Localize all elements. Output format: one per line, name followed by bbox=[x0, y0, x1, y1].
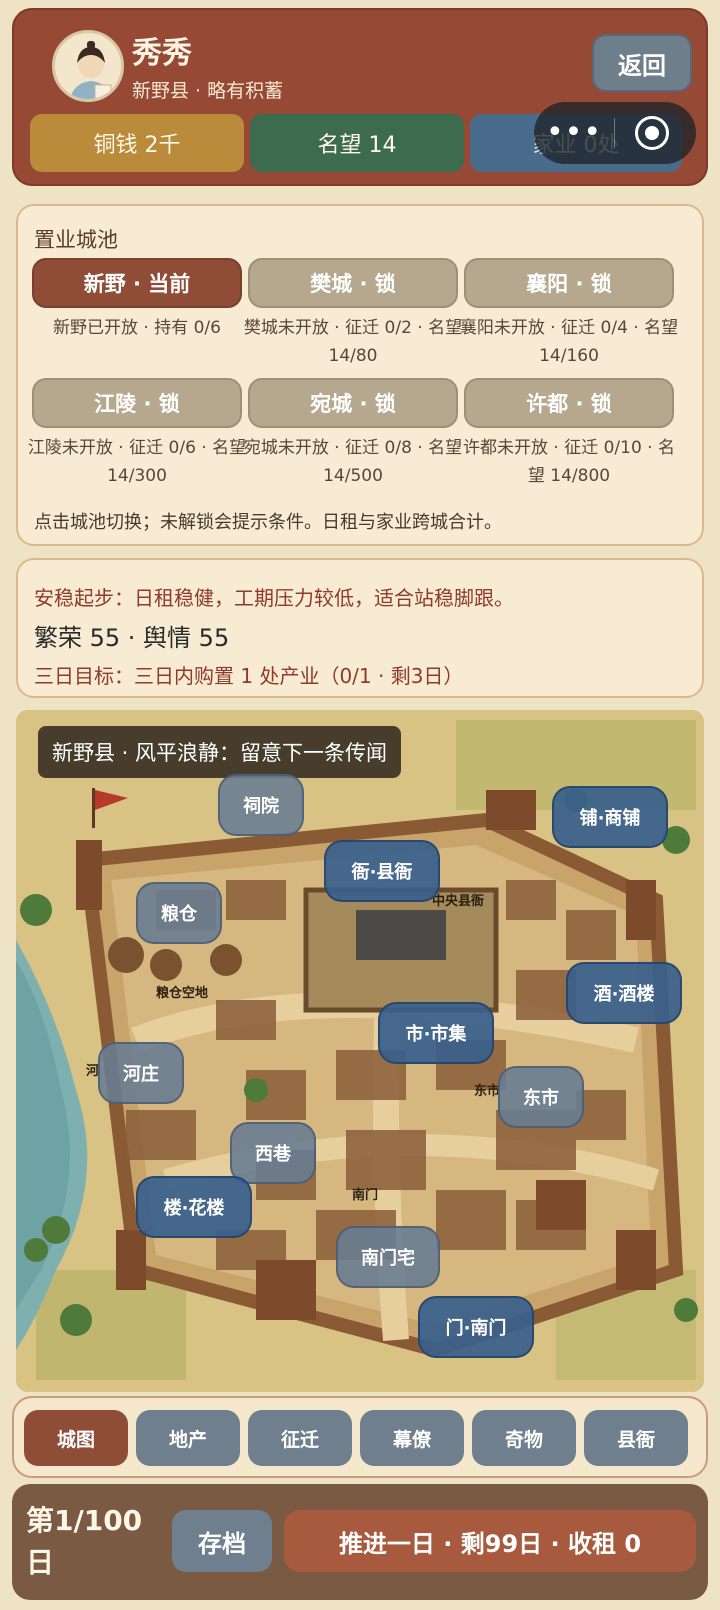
location-east-market[interactable]: 东市 bbox=[498, 1066, 584, 1128]
city-button-jiangling[interactable]: 江陵 · 锁 bbox=[32, 378, 242, 428]
fame-stat[interactable]: 名望 14 bbox=[250, 114, 464, 172]
tab-advisors[interactable]: 幕僚 bbox=[360, 1410, 464, 1466]
city-info-jiangling: 江陵未开放 · 征迁 0/6 · 名望 14/300 bbox=[27, 438, 247, 486]
tab-property[interactable]: 地产 bbox=[136, 1410, 240, 1466]
three-day-goal: 三日目标：三日内购置 1 处产业（0/1 · 剩3日） bbox=[34, 664, 464, 688]
city-button-xiangyang[interactable]: 襄阳 · 锁 bbox=[464, 258, 674, 308]
city-button-xudu[interactable]: 许都 · 锁 bbox=[464, 378, 674, 428]
tab-city-map[interactable]: 城图 bbox=[24, 1410, 128, 1466]
city-button-xinye[interactable]: 新野 · 当前 bbox=[32, 258, 242, 308]
save-button[interactable]: 存档 bbox=[172, 1510, 272, 1572]
prosperity-text: 繁荣 55 · 舆情 55 bbox=[34, 624, 230, 652]
advance-day-button[interactable]: 推进一日 · 剩99日 · 收租 0 bbox=[284, 1510, 696, 1572]
goal-panel: 安稳起步：日租稳健，工期压力较低，适合站稳脚跟。 繁荣 55 · 舆情 55 三… bbox=[16, 558, 704, 698]
close-target-icon[interactable] bbox=[635, 116, 669, 150]
tab-relocation[interactable]: 征迁 bbox=[248, 1410, 352, 1466]
header: 秀秀 新野县 · 略有积蓄 返回 铜钱 2千 名望 14 家业 0处 ••• bbox=[12, 8, 708, 186]
location-south-gate[interactable]: 门·南门 bbox=[418, 1296, 534, 1358]
player-name: 秀秀 bbox=[132, 36, 192, 71]
avatar[interactable] bbox=[52, 30, 124, 102]
city-info-xinye: 新野已开放 · 持有 0/6 bbox=[53, 318, 221, 338]
city-info-xiangyang: 襄阳未开放 · 征迁 0/4 · 名望 14/160 bbox=[459, 318, 679, 366]
location-granary[interactable]: 粮仓 bbox=[136, 882, 222, 944]
tab-curios[interactable]: 奇物 bbox=[472, 1410, 576, 1466]
east-market-sign: 东市 bbox=[474, 1084, 501, 1099]
location-south-gate-house[interactable]: 南门宅 bbox=[336, 1226, 440, 1288]
location-market[interactable]: 市·市集 bbox=[378, 1002, 494, 1064]
location-shrine[interactable]: 祠院 bbox=[218, 774, 304, 836]
location-river-village[interactable]: 河庄 bbox=[98, 1042, 184, 1104]
granary-field-label: 粮仓空地 bbox=[156, 986, 209, 1001]
south-gate-sign: 南门 bbox=[352, 1188, 379, 1203]
tab-county-office[interactable]: 县衙 bbox=[584, 1410, 688, 1466]
city-info-fancheng: 樊城未开放 · 征迁 0/2 · 名望 14/80 bbox=[243, 318, 463, 366]
capsule-divider bbox=[614, 118, 615, 148]
city-info-xudu: 许都未开放 · 征迁 0/10 · 名望 14/800 bbox=[462, 438, 675, 486]
location-west-alley[interactable]: 西巷 bbox=[230, 1122, 316, 1184]
city-panel-title: 置业城池 bbox=[34, 228, 118, 252]
city-info-wancheng: 宛城未开放 · 征迁 0/8 · 名望 14/500 bbox=[243, 438, 463, 486]
day-counter: 第1/100日 bbox=[26, 1504, 143, 1579]
location-tavern[interactable]: 酒·酒楼 bbox=[566, 962, 682, 1024]
location-shop[interactable]: 铺·商铺 bbox=[552, 786, 668, 848]
strategy-text: 安稳起步：日租稳健，工期压力较低，适合站稳脚跟。 bbox=[34, 586, 514, 610]
footer-bar: 第1/100日 存档 推进一日 · 剩99日 · 收租 0 bbox=[12, 1484, 708, 1600]
city-map[interactable]: 新野县 · 风平浪静：留意下一条传闻 粮仓空地 中央县衙 东市 南门 河 祠院 … bbox=[16, 710, 704, 1392]
mini-program-capsule: ••• bbox=[534, 102, 696, 164]
city-button-fancheng[interactable]: 樊城 · 锁 bbox=[248, 258, 458, 308]
central-yamen-label: 中央县衙 bbox=[432, 894, 485, 909]
map-event-banner: 新野县 · 风平浪静：留意下一条传闻 bbox=[38, 726, 402, 778]
player-subtitle: 新野县 · 略有积蓄 bbox=[132, 80, 284, 102]
city-button-wancheng[interactable]: 宛城 · 锁 bbox=[248, 378, 458, 428]
location-flower-house[interactable]: 楼·花楼 bbox=[136, 1176, 252, 1238]
more-icon[interactable]: ••• bbox=[534, 118, 614, 148]
location-yamen[interactable]: 衙·县衙 bbox=[324, 840, 440, 902]
bottom-tab-bar: 城图 地产 征迁 幕僚 奇物 县衙 bbox=[12, 1396, 708, 1478]
city-panel: 置业城池 新野 · 当前 新野已开放 · 持有 0/6 樊城 · 锁 樊城未开放… bbox=[16, 204, 704, 546]
back-button[interactable]: 返回 bbox=[592, 34, 692, 92]
city-hint: 点击城池切换；未解锁会提示条件。日租与家业跨城合计。 bbox=[34, 512, 502, 533]
money-stat[interactable]: 铜钱 2千 bbox=[30, 114, 244, 172]
